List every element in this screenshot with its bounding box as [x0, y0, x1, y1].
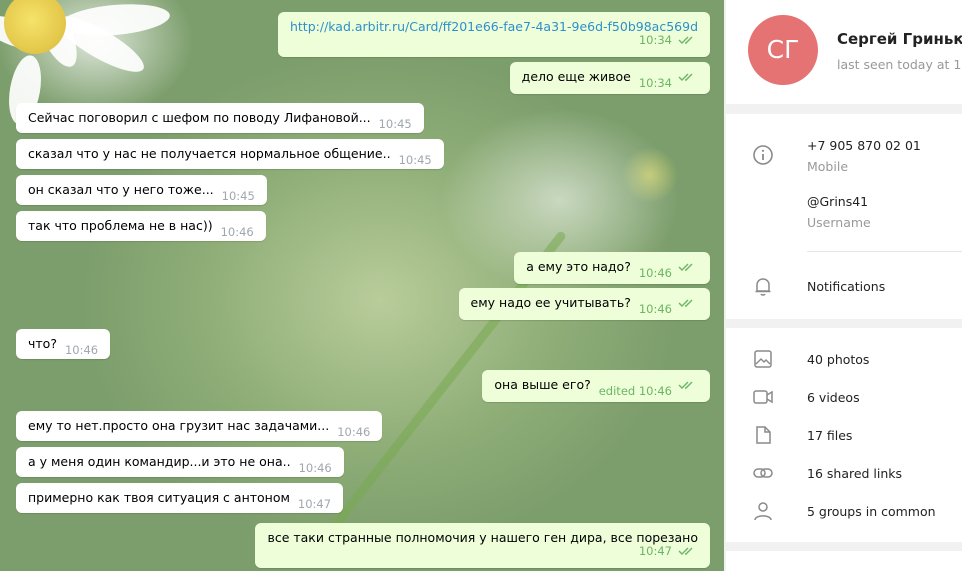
message-bubble-incoming[interactable]: примерно как твоя ситуация с антоном 10:4…: [16, 483, 344, 513]
phone-label: Mobile: [807, 159, 849, 174]
message-time: 10:45: [398, 153, 432, 167]
message-time: 10:46: [638, 266, 672, 280]
message-bubble-outgoing[interactable]: а ему это надо? 10:46: [514, 252, 710, 284]
message-bubble-outgoing[interactable]: она выше его? edited 10:46: [482, 370, 710, 402]
shared-media-section: 40 photos 6 videos 17 files 16 shared li…: [726, 328, 962, 542]
notifications-toggle-label[interactable]: Notifications: [807, 279, 885, 294]
message-time: 10:45: [378, 117, 412, 131]
read-ticks-icon: [678, 35, 698, 45]
file-icon: [752, 424, 774, 446]
bell-icon: [752, 275, 774, 297]
read-ticks-icon: [678, 72, 698, 82]
message-bubble-incoming[interactable]: Сейчас поговорил с шефом по поводу Лифан…: [16, 103, 424, 133]
message-bubble-incoming[interactable]: ему то нет.просто она грузит нас задачам…: [16, 411, 383, 441]
message-time: 10:47: [297, 497, 332, 511]
profile-info-section: +7 905 870 02 01 Mobile @Grins41 Usernam…: [726, 114, 962, 319]
read-ticks-icon: [678, 262, 698, 272]
user-icon: [752, 500, 774, 522]
message-text: ему то нет.просто она грузит нас задачам…: [28, 418, 330, 433]
profile-header: СГ Сергей Гринько last seen today at 11:…: [726, 0, 962, 104]
last-seen-status: last seen today at 11:0: [837, 57, 962, 72]
message-bubble-incoming[interactable]: так что проблема не в нас)) 10:46: [16, 211, 266, 241]
message-time: 10:34: [638, 76, 672, 90]
message-time: edited 10:46: [598, 384, 672, 398]
message-text: так что проблема не в нас)): [28, 218, 213, 233]
message-time: 10:47: [638, 544, 672, 558]
read-ticks-icon: [678, 546, 698, 556]
message-text: а ему это надо?: [526, 259, 631, 274]
message-bubble-incoming[interactable]: что? 10:46: [16, 329, 111, 359]
info-icon: [752, 144, 774, 166]
message-bubble-incoming[interactable]: он сказал что у него тоже... 10:45: [16, 175, 267, 205]
read-ticks-icon: [678, 380, 698, 390]
message-text: примерно как твоя ситуация с антоном: [28, 490, 290, 505]
message-time: 10:46: [298, 461, 332, 475]
message-text: сказал что у нас не получается нормально…: [28, 146, 391, 161]
photos-link[interactable]: 40 photos: [807, 352, 869, 367]
message-time: 10:34: [638, 33, 672, 47]
message-text: ему надо ее учитывать?: [470, 295, 631, 310]
message-bubble-outgoing[interactable]: дело еще живое 10:34: [509, 62, 710, 94]
message-text: она выше его?: [494, 377, 591, 392]
photo-icon: [752, 348, 774, 370]
message-time: 10:46: [337, 425, 371, 439]
message-bubble-incoming[interactable]: а у меня один командир...и это не она.. 1…: [16, 447, 344, 477]
message-time: 10:46: [638, 302, 672, 316]
message-text: а у меня один командир...и это не она..: [28, 454, 291, 469]
shared-links-link[interactable]: 16 shared links: [807, 466, 902, 481]
profile-panel: СГ Сергей Гринько last seen today at 11:…: [724, 0, 962, 571]
link-icon: [752, 462, 774, 484]
groups-in-common-link[interactable]: 5 groups in common: [807, 504, 936, 519]
message-time: 10:45: [221, 189, 255, 203]
background-petal: [58, 0, 172, 40]
message-bubble-incoming[interactable]: сказал что у нас не получается нормально…: [16, 139, 444, 169]
avatar[interactable]: СГ: [748, 15, 818, 85]
profile-name: Сергей Гринько: [837, 30, 962, 48]
chat-area: http://kad.arbitr.ru/Card/ff201e66-fae7-…: [0, 0, 724, 571]
message-bubble-outgoing[interactable]: все таки странные полномочия у нашего ге…: [255, 523, 710, 568]
files-link[interactable]: 17 files: [807, 428, 852, 443]
message-text: он сказал что у него тоже...: [28, 182, 214, 197]
message-time: 10:46: [64, 343, 99, 357]
message-bubble-outgoing[interactable]: ему надо ее учитывать? 10:46: [458, 288, 710, 320]
read-ticks-icon: [678, 298, 698, 308]
panel-bottom-card: [726, 551, 962, 571]
username-label: Username: [807, 215, 871, 230]
message-text: Сейчас поговорил с шефом по поводу Лифан…: [28, 110, 371, 125]
video-icon: [752, 386, 774, 408]
message-time: 10:46: [220, 225, 254, 239]
divider: [807, 251, 962, 252]
username-value[interactable]: @Grins41: [807, 194, 868, 209]
phone-number[interactable]: +7 905 870 02 01: [807, 138, 921, 153]
videos-link[interactable]: 6 videos: [807, 390, 860, 405]
message-bubble-outgoing[interactable]: http://kad.arbitr.ru/Card/ff201e66-fae7-…: [277, 12, 710, 57]
message-text: дело еще живое: [521, 69, 631, 84]
message-text: что?: [28, 336, 57, 351]
